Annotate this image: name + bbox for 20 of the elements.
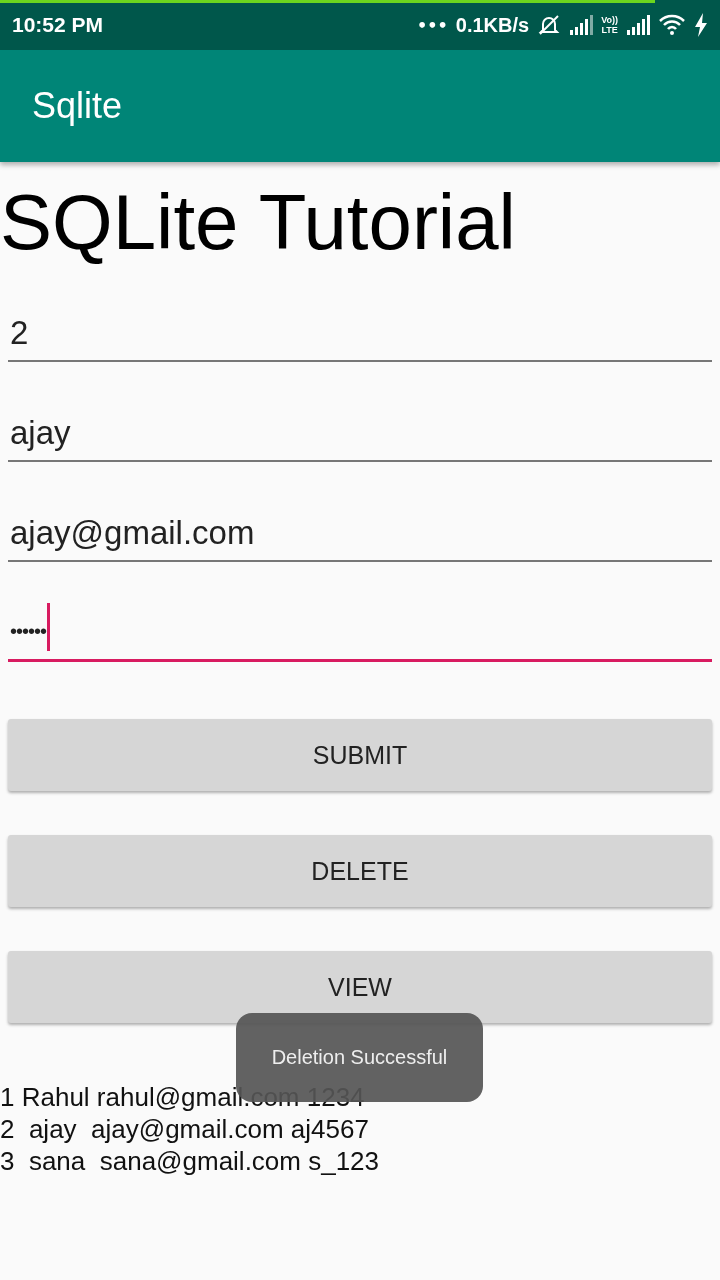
wifi-icon	[658, 14, 686, 36]
more-dots: •••	[417, 15, 448, 35]
bell-off-icon	[537, 13, 562, 37]
app-title: Sqlite	[32, 85, 123, 127]
password-field[interactable]: ••••••	[8, 592, 712, 662]
page-heading: SQLite Tutorial	[0, 177, 517, 268]
volte-label: Vo)) LTE	[601, 15, 618, 35]
status-time: 10:52 PM	[12, 13, 104, 37]
input-field[interactable]: ajay	[8, 392, 712, 462]
input-field[interactable]: ajay@gmail.com	[8, 492, 712, 562]
charging-icon	[694, 13, 708, 37]
action-button[interactable]: VIEW	[8, 951, 712, 1023]
input-field[interactable]: 2	[8, 292, 712, 362]
network-speed: 0.1KB/s	[455, 13, 530, 37]
signal-icon	[569, 15, 594, 35]
action-button[interactable]: DELETE	[8, 835, 712, 907]
record-line: 3 sana sana@gmail.com s_123	[0, 1145, 381, 1177]
record-line: 2 ajay ajay@gmail.com aj4567	[0, 1113, 370, 1145]
action-button[interactable]: SUBMIT	[8, 719, 712, 791]
signal-icon	[626, 15, 650, 35]
